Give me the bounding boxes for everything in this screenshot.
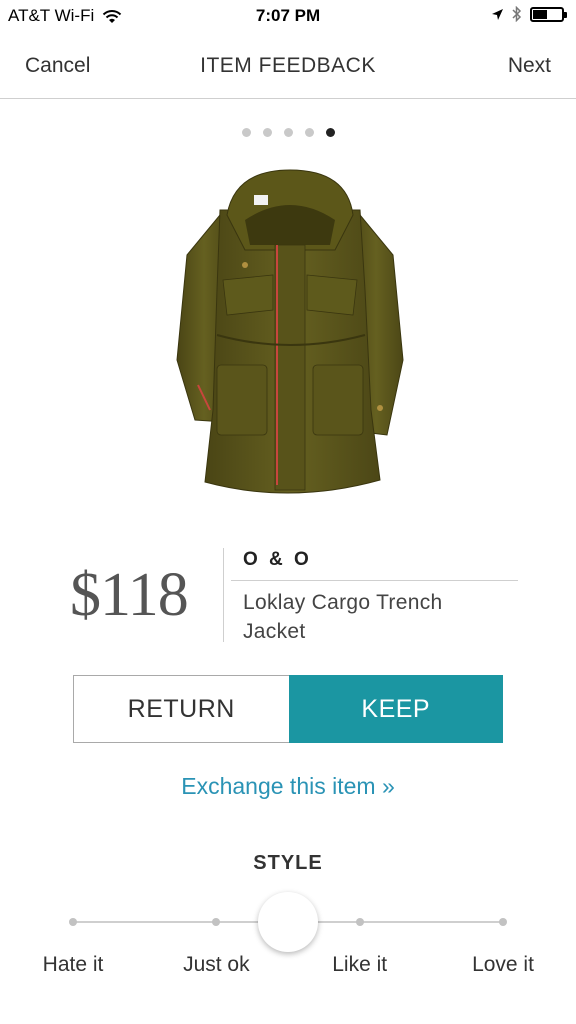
status-right — [491, 6, 567, 22]
product-price: $118 — [70, 561, 189, 629]
bluetooth-icon — [512, 6, 522, 22]
pager-dot[interactable] — [262, 128, 272, 137]
product-image — [176, 169, 404, 494]
rating-option-label[interactable]: Like it — [332, 953, 387, 977]
vertical-divider — [223, 548, 224, 642]
rating-option-label[interactable]: Love it — [472, 953, 534, 977]
keep-return-toggle: RETURN KEEP — [73, 675, 503, 743]
style-rating-label: STYLE — [253, 852, 323, 874]
slider-stop[interactable] — [499, 918, 507, 926]
pager-dot[interactable] — [325, 128, 335, 137]
slider-thumb[interactable] — [258, 892, 318, 952]
next-button[interactable]: Next — [508, 54, 551, 78]
status-bar: AT&T Wi-Fi 7:07 PM — [0, 0, 576, 34]
page-title: ITEM FEEDBACK — [200, 54, 376, 77]
battery-icon — [530, 6, 567, 22]
pager-dot[interactable] — [241, 128, 251, 137]
slider-stop[interactable] — [212, 918, 221, 926]
style-rating-slider[interactable] — [69, 890, 507, 954]
exchange-link[interactable]: Exchange this item » — [0, 773, 576, 800]
product-name: Loklay Cargo Trench Jacket — [243, 591, 443, 643]
slider-stop[interactable] — [355, 918, 364, 926]
return-button[interactable]: RETURN — [73, 675, 289, 743]
page-indicator[interactable] — [0, 128, 576, 137]
brand-name: O & O — [243, 549, 312, 570]
keep-button[interactable]: KEEP — [288, 675, 503, 743]
pager-dot[interactable] — [304, 128, 314, 137]
pager-dot[interactable] — [283, 128, 293, 137]
nav-bar: Cancel ITEM FEEDBACK Next — [0, 34, 576, 99]
item-feedback-screen: AT&T Wi-Fi 7:07 PM Cancel ITEM FEEDBACK … — [0, 0, 576, 1024]
rating-option-label[interactable]: Just ok — [183, 953, 250, 977]
horizontal-divider — [231, 580, 518, 581]
battery-fill — [533, 9, 547, 19]
rating-scale-labels: Hate it Just ok Like it Love it — [43, 953, 534, 983]
rating-option-label[interactable]: Hate it — [43, 953, 104, 977]
status-time: 7:07 PM — [255, 6, 321, 25]
slider-stop[interactable] — [69, 918, 77, 926]
location-arrow-icon — [492, 8, 503, 20]
